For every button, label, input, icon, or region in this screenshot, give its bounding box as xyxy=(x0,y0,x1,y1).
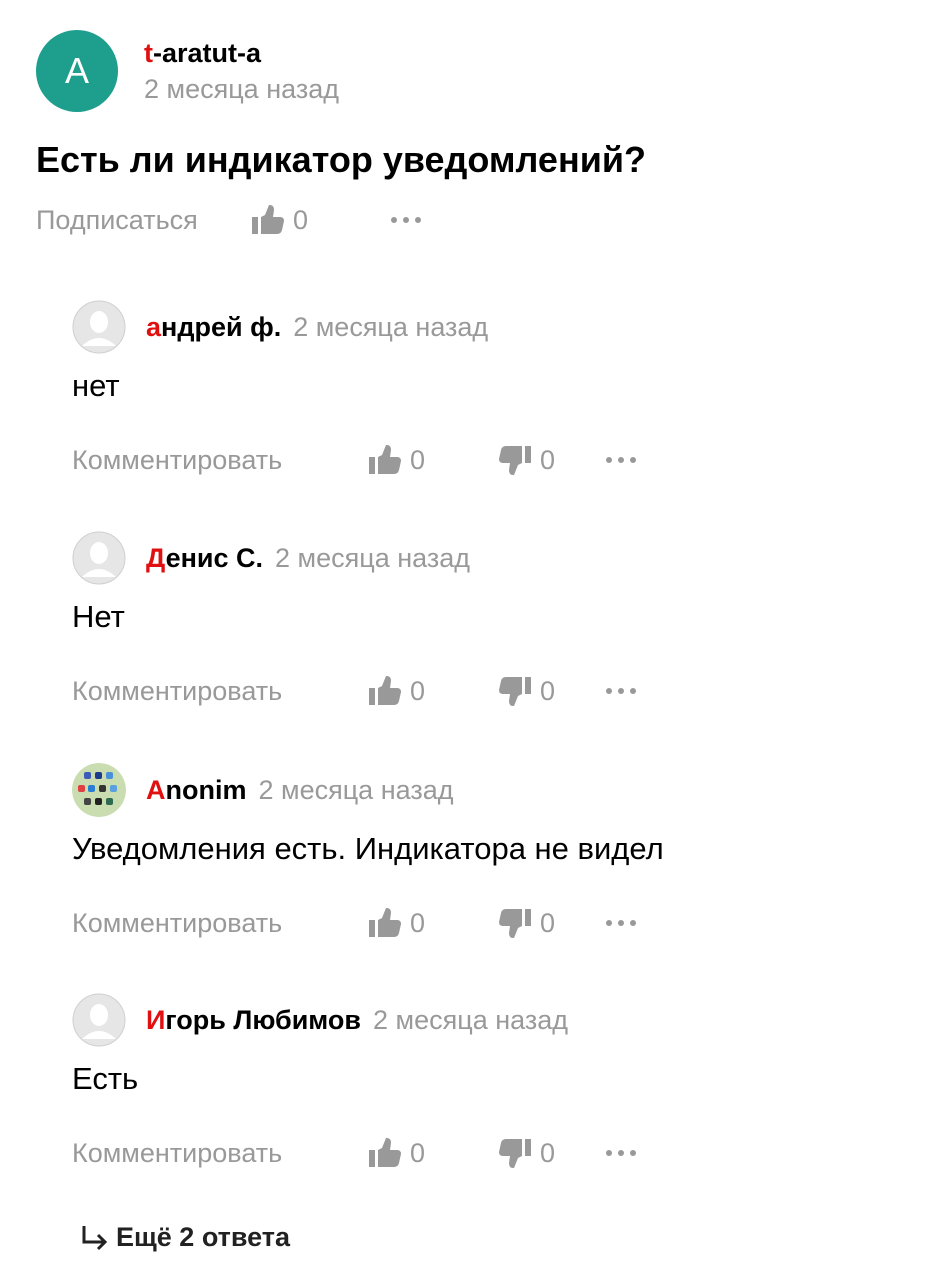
comment-like-button[interactable]: 0 xyxy=(368,907,498,939)
thumbs-down-icon xyxy=(499,446,531,475)
comment-dislike-count: 0 xyxy=(540,907,556,938)
comment-author-first-letter: а xyxy=(146,311,162,342)
comment-text: нет xyxy=(72,368,120,403)
reply-comment-button[interactable]: Комментировать xyxy=(72,445,368,476)
comment: Денис С. 2 месяца назад Нет Комментирова… xyxy=(72,531,892,713)
comment-like-count: 0 xyxy=(410,675,426,706)
thumbs-down-icon xyxy=(499,909,531,938)
comment-author-name[interactable]: андрей ф. xyxy=(146,312,281,343)
comment-dislike-button[interactable]: 0 xyxy=(498,444,606,476)
comment-header: Игорь Любимов 2 месяца назад xyxy=(72,993,892,1047)
comment-avatar[interactable] xyxy=(72,531,126,585)
more-dots-icon[interactable] xyxy=(606,1150,636,1156)
comment: андрей ф. 2 месяца назад нет Комментиров… xyxy=(72,300,892,482)
thumbs-up-icon xyxy=(252,205,284,234)
more-answers-link[interactable]: Ещё 2 ответа xyxy=(80,1222,290,1253)
comment-dislike-count: 0 xyxy=(540,444,556,475)
comment-header: андрей ф. 2 месяца назад xyxy=(72,300,892,354)
comment-author-first-letter: А xyxy=(146,774,166,805)
thumbs-up-icon xyxy=(369,908,401,937)
comment-like-button[interactable]: 0 xyxy=(368,1137,498,1169)
question-title: Есть ли индикатор уведомлений? xyxy=(36,139,646,180)
avatar-letter: A xyxy=(64,50,89,91)
reply-comment-button[interactable]: Комментировать xyxy=(72,1138,368,1169)
question-actions: Подписаться 0 xyxy=(36,198,421,242)
more-dots-icon[interactable] xyxy=(391,217,421,223)
comment-author-rest: nonim xyxy=(165,774,247,805)
comment-avatar[interactable] xyxy=(72,763,126,817)
thumbs-down-icon xyxy=(499,677,531,706)
comment-actions: Комментировать 0 0 xyxy=(72,901,892,945)
comment-author-first-letter: Д xyxy=(146,542,166,573)
subscribe-button[interactable]: Подписаться xyxy=(36,205,251,236)
more-dots-icon[interactable] xyxy=(606,920,636,926)
comment-avatar[interactable] xyxy=(72,300,126,354)
question-header: A t-aratut-a 2 месяца назад xyxy=(36,30,339,112)
thumbs-up-icon xyxy=(369,445,401,474)
comment-like-button[interactable]: 0 xyxy=(368,675,498,707)
comment-actions: Комментировать 0 0 xyxy=(72,438,892,482)
comment-time: 2 месяца назад xyxy=(275,542,471,573)
comment-dislike-count: 0 xyxy=(540,1137,556,1168)
comment-dislike-button[interactable]: 0 xyxy=(498,907,606,939)
comment-header: Денис С. 2 месяца назад xyxy=(72,531,892,585)
comment-author-rest: енис С. xyxy=(165,542,264,573)
comment-like-count: 0 xyxy=(410,444,426,475)
comment-time: 2 месяца назад xyxy=(258,774,454,805)
default-user-avatar-icon xyxy=(72,300,126,354)
comment-dislike-button[interactable]: 0 xyxy=(498,675,606,707)
app-icons-avatar-icon xyxy=(72,763,126,817)
comment-dislike-button[interactable]: 0 xyxy=(498,1137,606,1169)
author-avatar[interactable]: A xyxy=(36,30,118,112)
more-dots-icon[interactable] xyxy=(606,688,636,694)
comment-text: Нет xyxy=(72,599,125,634)
comment-author-name[interactable]: Денис С. xyxy=(146,543,263,574)
comment-like-count: 0 xyxy=(410,907,426,938)
reply-comment-button[interactable]: Комментировать xyxy=(72,676,368,707)
comment-author-rest: горь Любимов xyxy=(165,1004,362,1035)
comment-actions: Комментировать 0 0 xyxy=(72,1131,892,1175)
more-answers-label: Ещё 2 ответа xyxy=(116,1222,291,1252)
comment-time: 2 месяца назад xyxy=(293,311,489,342)
comment-like-count: 0 xyxy=(410,1137,426,1168)
question-like-button[interactable]: 0 xyxy=(251,204,391,236)
author-name[interactable]: t-aratut-a xyxy=(144,36,339,70)
comment-author-name[interactable]: Игорь Любимов xyxy=(146,1005,361,1036)
question-like-count: 0 xyxy=(293,204,309,235)
default-user-avatar-icon xyxy=(72,531,126,585)
thumbs-up-icon xyxy=(369,1138,401,1167)
reply-comment-button[interactable]: Комментировать xyxy=(72,908,368,939)
comment-author-rest: ндрей ф. xyxy=(161,311,282,342)
author-name-first-letter: t xyxy=(144,38,153,68)
comment-author-name[interactable]: Аnonim xyxy=(146,775,247,806)
comment-time: 2 месяца назад xyxy=(373,1004,568,1035)
thumbs-down-icon xyxy=(499,1139,531,1168)
comment: Аnonim 2 месяца назад Уведомления есть. … xyxy=(72,763,892,945)
more-dots-icon[interactable] xyxy=(606,457,636,463)
thumbs-up-icon xyxy=(369,676,401,705)
comment-avatar[interactable] xyxy=(72,993,126,1047)
author-name-rest: -aratut-a xyxy=(153,38,262,68)
question-time: 2 месяца назад xyxy=(144,74,339,104)
comment: Игорь Любимов 2 месяца назад Есть Коммен… xyxy=(72,993,892,1175)
author-block: t-aratut-a 2 месяца назад xyxy=(144,36,339,106)
comment-dislike-count: 0 xyxy=(540,675,556,706)
comment-text: Есть xyxy=(72,1061,139,1096)
default-user-avatar-icon xyxy=(72,993,126,1047)
comment-text: Уведомления есть. Индикатора не видел xyxy=(72,831,664,866)
comment-header: Аnonim 2 месяца назад xyxy=(72,763,892,817)
reply-arrow-icon xyxy=(82,1225,108,1250)
comment-like-button[interactable]: 0 xyxy=(368,444,498,476)
comment-actions: Комментировать 0 0 xyxy=(72,669,892,713)
comment-author-first-letter: И xyxy=(146,1004,166,1035)
